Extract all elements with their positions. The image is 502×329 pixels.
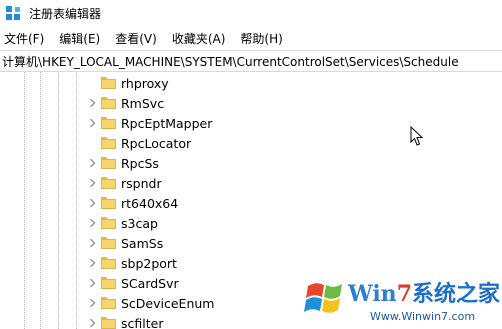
tree-item-label: ScDeviceEnum (121, 295, 215, 311)
tree-item-label: rspndr (121, 175, 162, 191)
expand-chevron-icon (86, 73, 98, 93)
tree-item-label: RpcLocator (121, 135, 192, 151)
tree-guide-line (76, 72, 77, 329)
tree-item-label: s3cap (121, 215, 158, 231)
expand-chevron-icon[interactable] (86, 93, 98, 113)
expand-chevron-icon[interactable] (86, 293, 98, 313)
tree-guide-line (40, 72, 41, 329)
folder-icon (101, 177, 116, 189)
address-path[interactable]: 计算机\HKEY_LOCAL_MACHINE\SYSTEM\CurrentCon… (2, 53, 459, 70)
expand-chevron-icon[interactable] (86, 233, 98, 253)
expand-chevron-icon[interactable] (86, 193, 98, 213)
tree-item-label: RmSvc (121, 95, 165, 111)
registry-editor-icon (6, 5, 22, 22)
menu-favorites[interactable]: 收藏夹(A) (172, 30, 226, 47)
tree-guide-line (58, 72, 59, 329)
tree-item[interactable]: ScDeviceEnum (86, 293, 214, 313)
tree-item[interactable]: SCardSvr (86, 273, 179, 293)
tree-item[interactable]: RpcSs (86, 153, 159, 173)
tree-guide-line (24, 72, 25, 329)
watermark-url: Www.Winwin7.com (370, 310, 476, 323)
tree-item-label: rhproxy (121, 75, 169, 91)
folder-icon (101, 297, 116, 309)
tree-item[interactable]: RpcEptMapper (86, 113, 212, 133)
expand-chevron-icon (86, 133, 98, 153)
folder-icon (101, 277, 116, 289)
tree-item[interactable]: scfilter (86, 313, 163, 329)
menu-file[interactable]: 文件(F) (4, 30, 44, 47)
folder-icon (101, 157, 116, 169)
folder-icon (101, 257, 116, 269)
windows-flag-icon (304, 283, 342, 313)
tree-item[interactable]: rspndr (86, 173, 162, 193)
menu-edit[interactable]: 编辑(E) (59, 30, 100, 47)
folder-icon (101, 197, 116, 209)
folder-icon (101, 77, 116, 89)
expand-chevron-icon[interactable] (86, 113, 98, 133)
menu-view[interactable]: 查看(V) (115, 30, 157, 47)
tree-item-label: RpcSs (121, 155, 159, 171)
folder-icon (101, 217, 116, 229)
window-title: 注册表编辑器 (29, 7, 102, 21)
folder-icon (101, 317, 116, 329)
menu-bar: 文件(F) 编辑(E) 查看(V) 收藏夹(A) 帮助(H) (0, 28, 502, 48)
watermark-logo: Win7系统之家 Www.Winwin7.com (300, 270, 502, 329)
tree-item-label: SCardSvr (121, 275, 179, 291)
expand-chevron-icon[interactable] (86, 213, 98, 233)
tree-item-label: rt640x64 (121, 195, 179, 211)
expand-chevron-icon[interactable] (86, 253, 98, 273)
expand-chevron-icon[interactable] (86, 173, 98, 193)
tree-item-label: scfilter (121, 315, 164, 329)
tree-item[interactable]: RpcLocator (86, 133, 191, 153)
folder-icon (101, 237, 116, 249)
tree-item[interactable]: RmSvc (86, 93, 164, 113)
tree-item[interactable]: sbp2port (86, 253, 177, 273)
address-bar[interactable]: 计算机\HKEY_LOCAL_MACHINE\SYSTEM\CurrentCon… (0, 50, 502, 72)
tree-item-label: RpcEptMapper (121, 115, 213, 131)
expand-chevron-icon[interactable] (86, 273, 98, 293)
expand-chevron-icon[interactable] (86, 153, 98, 173)
tree-item-label: SamSs (121, 235, 164, 251)
menu-help[interactable]: 帮助(H) (240, 30, 282, 47)
expand-chevron-icon[interactable] (86, 313, 98, 329)
folder-icon (101, 117, 116, 129)
tree-item[interactable]: rt640x64 (86, 193, 178, 213)
tree-item[interactable]: s3cap (86, 213, 158, 233)
mouse-cursor-icon (410, 126, 424, 146)
tree-item-label: sbp2port (121, 255, 177, 271)
title-bar: 注册表编辑器 (0, 0, 502, 27)
tree-item[interactable]: SamSs (86, 233, 163, 253)
folder-icon (101, 137, 116, 149)
folder-icon (101, 97, 116, 109)
tree-item[interactable]: rhproxy (86, 73, 169, 93)
watermark-brand: Win7系统之家 (348, 281, 501, 307)
